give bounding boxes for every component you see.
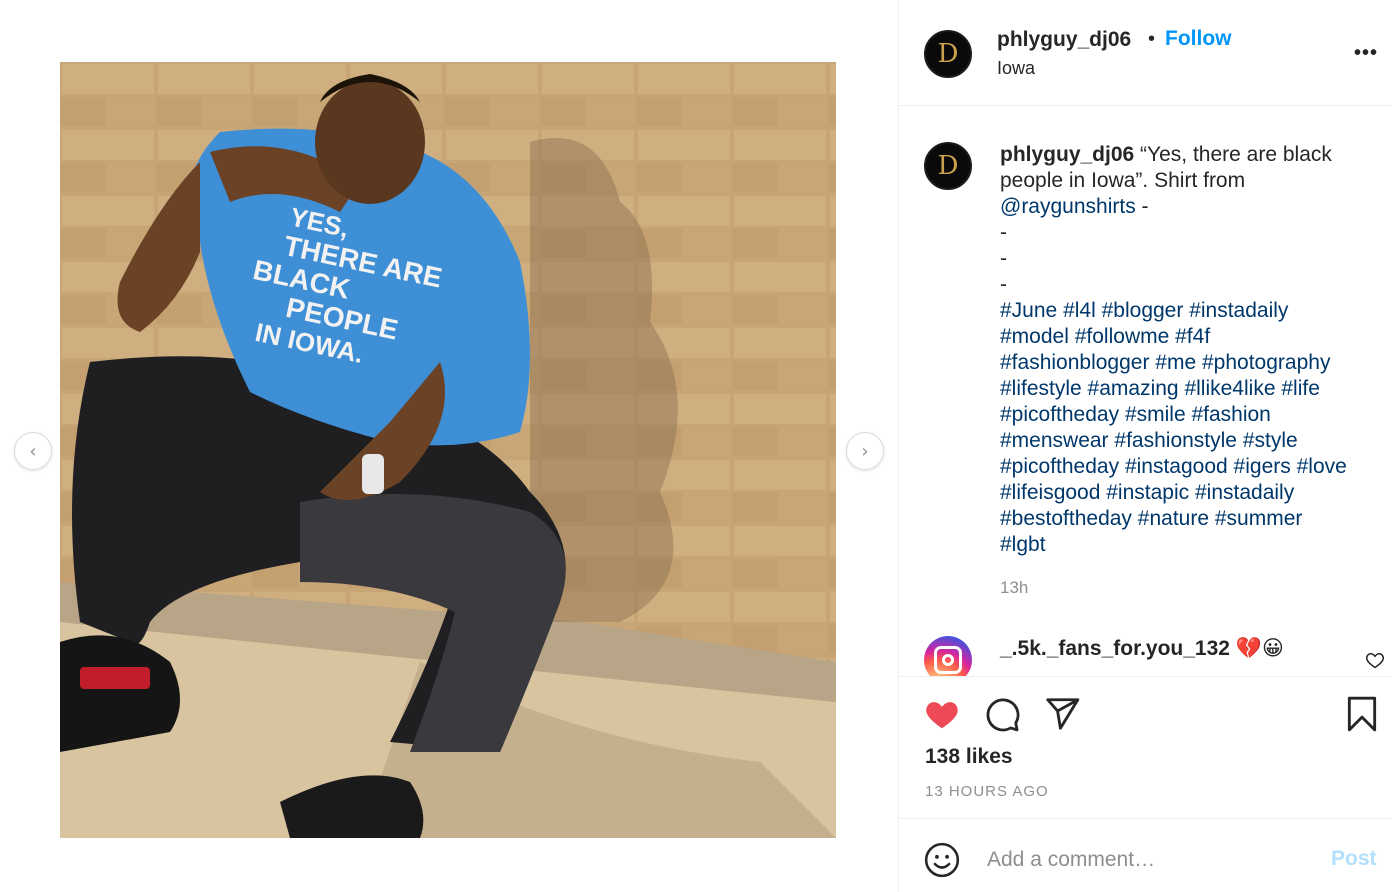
hashtag-link[interactable]: #love bbox=[1297, 455, 1347, 478]
post-photo[interactable]: YES, THERE ARE BLACK PEOPLE IN IOWA. bbox=[60, 62, 836, 838]
comment-input[interactable] bbox=[985, 839, 1309, 881]
comment-body: 💔😀 bbox=[1235, 637, 1284, 660]
hashtag-link[interactable]: #me bbox=[1155, 351, 1196, 374]
post-comment-button[interactable]: Post bbox=[1331, 847, 1377, 871]
hashtag-link[interactable]: #fashion bbox=[1191, 403, 1270, 426]
caption-timestamp: 13h bbox=[1000, 578, 1029, 597]
caption-dash-line: - bbox=[1000, 273, 1007, 296]
chevron-left-icon: ‹ bbox=[29, 440, 37, 462]
next-photo-button[interactable]: › bbox=[846, 432, 884, 470]
hashtag-link[interactable]: #instadaily bbox=[1195, 481, 1294, 504]
header-username[interactable]: phlyguy_dj06 bbox=[997, 28, 1131, 52]
comments-area[interactable]: D phlyguy_dj06 “Yes, there are black peo… bbox=[899, 106, 1392, 676]
hashtag-link[interactable]: #instadaily bbox=[1189, 299, 1288, 322]
instagram-logo-icon bbox=[934, 646, 962, 674]
hashtag-link[interactable]: #summer bbox=[1215, 507, 1303, 530]
hashtag-link[interactable]: #June bbox=[1000, 299, 1057, 322]
more-icon: ••• bbox=[1353, 42, 1378, 64]
hashtag-link[interactable]: #llike4like bbox=[1184, 377, 1275, 400]
hashtag-link[interactable]: #menswear bbox=[1000, 429, 1109, 452]
location-link[interactable]: Iowa bbox=[997, 58, 1035, 79]
post-actions: 138 likes 13 HOURS AGO bbox=[899, 676, 1392, 818]
hashtag-link[interactable]: #photography bbox=[1202, 351, 1330, 374]
avatar[interactable]: D bbox=[924, 30, 972, 78]
post-date: 13 HOURS AGO bbox=[925, 783, 1049, 800]
hashtag-link[interactable]: #l4l bbox=[1063, 299, 1096, 322]
hashtag-link[interactable]: #picoftheday bbox=[1000, 455, 1119, 478]
previous-photo-button[interactable]: ‹ bbox=[14, 432, 52, 470]
caption-dash-line: - bbox=[1000, 247, 1007, 270]
hashtag-link[interactable]: #style bbox=[1243, 429, 1298, 452]
caption-avatar[interactable]: D bbox=[924, 142, 972, 190]
hashtag-link[interactable]: #f4f bbox=[1175, 325, 1210, 348]
hashtag-link[interactable]: #model bbox=[1000, 325, 1069, 348]
heart-filled-icon[interactable] bbox=[923, 695, 961, 733]
hashtag-link[interactable]: #bestoftheday bbox=[1000, 507, 1132, 530]
hashtag-link[interactable]: #nature bbox=[1138, 507, 1209, 530]
chevron-right-icon: › bbox=[861, 440, 869, 462]
separator-dot: • bbox=[1148, 28, 1156, 50]
post-side-panel: D phlyguy_dj06 • Follow Iowa ••• D phlyg… bbox=[898, 0, 1392, 892]
bookmark-icon[interactable] bbox=[1343, 695, 1381, 733]
likes-count[interactable]: 138 likes bbox=[925, 745, 1013, 769]
caption-text: phlyguy_dj06 “Yes, there are black peopl… bbox=[1000, 142, 1385, 558]
hashtag-link[interactable]: #instapic bbox=[1106, 481, 1189, 504]
hashtag-link[interactable]: #igers bbox=[1234, 455, 1291, 478]
hashtag-link[interactable]: #fashionblogger bbox=[1000, 351, 1149, 374]
caption-dash-trail: - bbox=[1135, 195, 1149, 218]
hashtag-link[interactable]: #blogger bbox=[1102, 299, 1184, 322]
caption-avatar-letter: D bbox=[937, 151, 959, 181]
share-paper-plane-icon[interactable] bbox=[1043, 695, 1081, 733]
more-options-button[interactable]: ••• bbox=[1351, 38, 1381, 68]
post-header: D phlyguy_dj06 • Follow Iowa ••• bbox=[899, 0, 1392, 106]
hashtag-link[interactable]: #smile bbox=[1125, 403, 1186, 426]
post-photo-illustration: YES, THERE ARE BLACK PEOPLE IN IOWA. bbox=[60, 62, 836, 838]
hashtag-link[interactable]: #lifeisgood bbox=[1000, 481, 1100, 504]
follow-button[interactable]: Follow bbox=[1165, 27, 1232, 51]
hashtag-link[interactable]: #followme bbox=[1075, 325, 1170, 348]
comment-username[interactable]: _.5k._fans_for.you_132 bbox=[1000, 637, 1230, 660]
comment-composer: Post bbox=[899, 818, 1392, 892]
caption-username[interactable]: phlyguy_dj06 bbox=[1000, 143, 1134, 166]
hashtag-link[interactable]: #amazing bbox=[1088, 377, 1179, 400]
hashtag-list: #June #l4l #blogger #instadaily #model #… bbox=[1000, 299, 1347, 556]
hashtag-link[interactable]: #instagood bbox=[1125, 455, 1228, 478]
comment-bubble-icon[interactable] bbox=[983, 695, 1021, 733]
hashtag-link[interactable]: #picoftheday bbox=[1000, 403, 1119, 426]
hashtag-link[interactable]: #fashionstyle bbox=[1114, 429, 1237, 452]
caption-dash-line: - bbox=[1000, 221, 1007, 244]
avatar-letter: D bbox=[937, 39, 959, 69]
hashtag-link[interactable]: #life bbox=[1281, 377, 1320, 400]
mention-link[interactable]: @raygunshirts bbox=[1000, 195, 1136, 218]
hashtag-link[interactable]: #lifestyle bbox=[1000, 377, 1082, 400]
emoji-smiley-icon[interactable] bbox=[923, 841, 961, 879]
media-panel: YES, THERE ARE BLACK PEOPLE IN IOWA. ‹ › bbox=[0, 0, 898, 892]
commenter-avatar[interactable] bbox=[924, 636, 972, 676]
hashtag-link[interactable]: #lgbt bbox=[1000, 533, 1046, 556]
comment-item: _.5k._fans_for.you_132 💔😀 bbox=[1000, 636, 1284, 661]
comment-like-icon[interactable] bbox=[1365, 650, 1385, 670]
